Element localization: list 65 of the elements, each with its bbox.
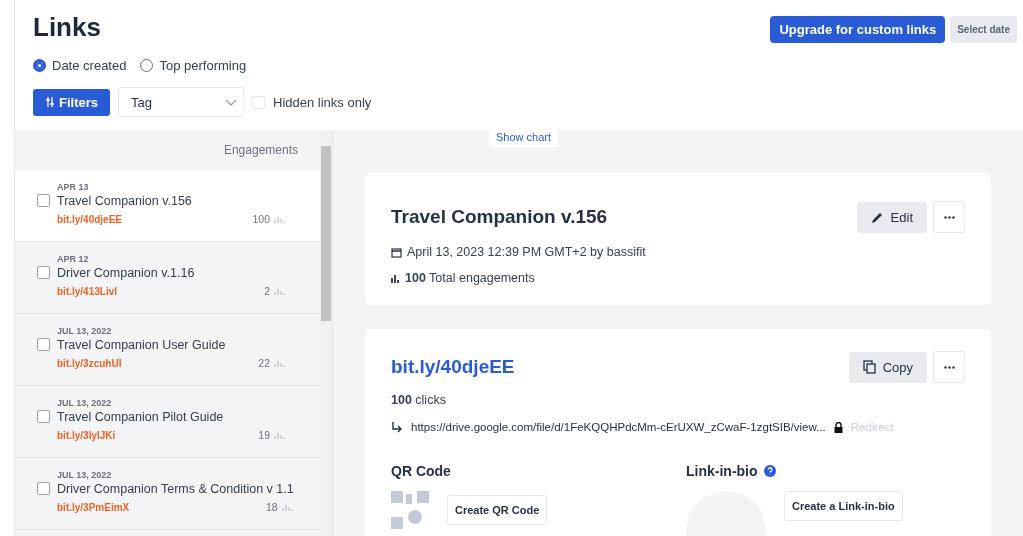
link-title: Travel Companion Pilot Guide [57,410,225,424]
click-count: 100 clicks [391,393,447,407]
short-link[interactable]: bit.ly/40djeEE [391,356,515,378]
lock-icon [833,421,843,433]
help-icon [763,465,776,477]
link-list-item[interactable]: APR 13 Travel Companion v.156 bit.ly/40djeEE 100 [15,170,320,242]
created-date: April 13, 2023 12:39 PM GMT+2 by bassifit [407,245,646,259]
checkbox[interactable] [37,194,50,207]
engagement-count: 19 [258,429,270,441]
checkbox[interactable] [37,266,50,279]
show-chart-button[interactable]: Show chart [489,130,559,147]
link-title: Driver Companion v.1.16 [57,266,196,280]
filters-button[interactable]: Filters [33,88,110,116]
link-title: Travel Companion v.156 [57,194,193,208]
tag-select[interactable]: Tag [118,87,244,117]
more-icon [943,365,955,369]
total-engagements: 100 Total engagements [405,271,535,285]
more-button[interactable] [933,201,965,233]
checkbox[interactable] [37,338,50,351]
create-qr-button[interactable]: Create QR Code [447,495,548,525]
more-button[interactable] [933,351,965,383]
create-link-in-bio-button[interactable]: Create a Link-in-bio [784,491,903,521]
copy-button[interactable]: Copy [848,351,927,383]
sliders-icon [45,97,55,107]
link-date: JUL 13, 2022 [57,326,113,336]
engagement-count: 100 [252,213,270,225]
section-title: QR Code [391,463,452,479]
link-date: APR 12 [57,254,90,264]
checkbox[interactable] [37,482,50,495]
engagement-count: 22 [258,357,270,369]
scrollbar[interactable] [320,130,332,536]
qr-code-icon [391,491,429,529]
more-icon [943,215,955,219]
radio-label[interactable]: Date created [52,58,127,73]
edit-button[interactable]: Edit [856,201,927,233]
radio-button[interactable] [33,59,46,72]
chart-icon [281,503,294,511]
section-title: Link-in-bio [686,463,758,479]
checkbox-label[interactable]: Hidden links only [273,94,372,110]
chevron-down-icon [225,98,237,106]
engagement-count: 2 [264,285,270,297]
link-date: APR 13 [57,182,90,192]
checkbox[interactable] [37,410,50,423]
chart-icon [274,215,286,223]
bar-chart-icon [391,273,400,283]
chart-icon [274,287,286,295]
link-title: Travel Companion v.156 [391,206,608,228]
pencil-icon [870,210,884,224]
radio-label[interactable]: Top performing [159,58,247,73]
radio-button[interactable] [140,59,154,72]
link-title: Travel Companion User Guide [57,338,227,352]
upgrade-button[interactable]: Upgrade for custom links [770,16,946,43]
link-date: JUL 13, 2022 [57,398,113,408]
calendar-icon [391,246,402,258]
page-title: Links [33,12,101,43]
link-date: JUL 13, 2022 [57,470,113,480]
chart-icon [274,359,286,367]
chart-icon [274,431,286,439]
column-header: Engagements [223,143,298,157]
link-title: Driver Companion Terms & Condition v 1.1 [57,482,294,496]
redirect-arrow-icon [391,421,403,433]
engagement-count: 18 [266,501,278,513]
copy-icon [862,360,876,374]
select-date-button[interactable]: Select date [950,16,1017,43]
destination-url: https://drive.google.com/file/d/1FeKQQHPdcMm-cErUXW_zCwaF-1zgtSIB/view... [411,421,826,433]
